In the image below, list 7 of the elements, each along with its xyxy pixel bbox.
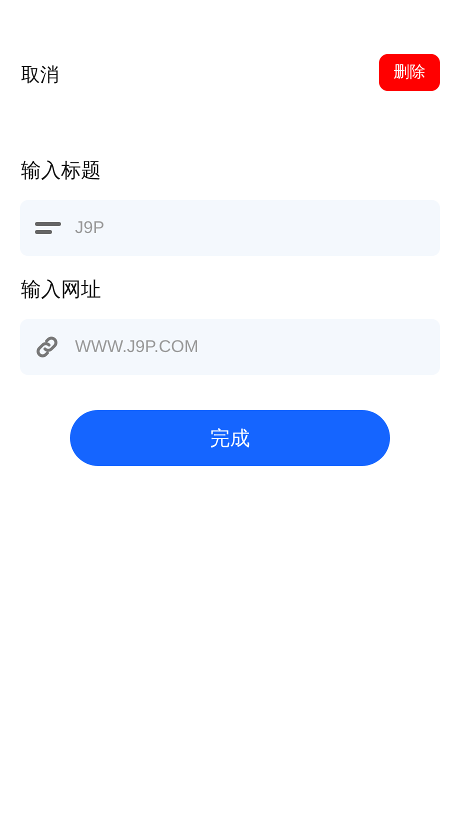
done-button[interactable]: 完成 (70, 410, 390, 466)
field-label: 输入网址 (20, 276, 102, 303)
url-field[interactable]: WWW.J9P.COM (20, 319, 440, 375)
cancel-button[interactable]: 取消 (20, 62, 60, 88)
title-field[interactable]: J9P (20, 200, 440, 256)
field-label: 输入标题 (20, 157, 102, 184)
delete-button[interactable]: 删除 (379, 54, 440, 91)
